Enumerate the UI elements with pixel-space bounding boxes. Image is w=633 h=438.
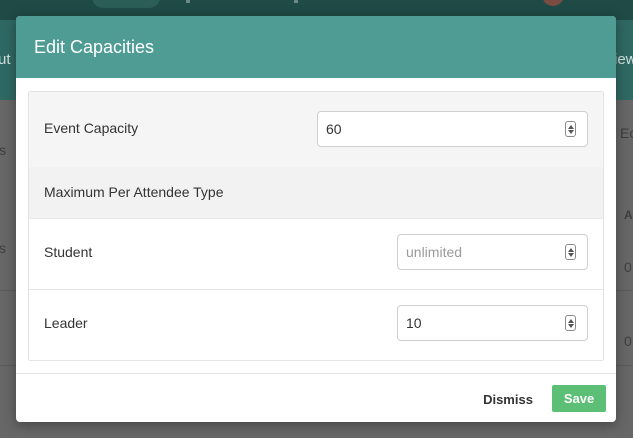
spinner-down-icon[interactable] <box>567 252 574 257</box>
background-text-fragment: s <box>0 240 6 256</box>
spinner-down-icon[interactable] <box>567 323 574 328</box>
modal-footer: Dismiss Save <box>16 373 616 422</box>
max-per-attendee-heading-row: Maximum Per Attendee Type <box>29 167 603 219</box>
modal-title: Edit Capacities <box>34 36 155 57</box>
background-nav-mark <box>294 0 298 3</box>
background-text-fragment: s <box>0 142 6 158</box>
event-capacity-label: Event Capacity <box>44 120 139 136</box>
background-text-fragment: ut <box>0 51 11 68</box>
number-spinner[interactable] <box>565 121 576 137</box>
leader-capacity-row: Leader 10 <box>29 290 603 360</box>
spinner-up-icon[interactable] <box>567 124 574 129</box>
spinner-down-icon[interactable] <box>567 129 574 134</box>
edit-capacities-modal: Edit Capacities Event Capacity 60 Maximu… <box>16 16 616 422</box>
leader-capacity-value[interactable]: 10 <box>398 315 565 331</box>
student-capacity-row: Student unlimited <box>29 219 603 290</box>
capacities-panel: Event Capacity 60 Maximum Per Attendee T… <box>28 91 604 361</box>
event-capacity-input[interactable]: 60 <box>317 111 588 147</box>
background-text-fragment: iew <box>614 51 633 68</box>
background-text-fragment: Ec <box>620 125 633 141</box>
spinner-up-icon[interactable] <box>567 247 574 252</box>
max-per-attendee-heading: Maximum Per Attendee Type <box>44 184 224 200</box>
spinner-up-icon[interactable] <box>567 318 574 323</box>
number-spinner[interactable] <box>565 315 576 331</box>
save-button[interactable]: Save <box>552 385 606 412</box>
leader-label: Leader <box>44 315 88 331</box>
modal-header: Edit Capacities <box>16 16 616 78</box>
event-capacity-value[interactable]: 60 <box>318 121 565 137</box>
background-nav-mark <box>186 0 190 3</box>
student-capacity-input[interactable]: unlimited <box>397 234 588 270</box>
background-text-fragment: 0 <box>624 333 632 349</box>
background-text-fragment: 0 <box>624 259 632 275</box>
background-nav-pill <box>92 0 160 8</box>
event-capacity-row: Event Capacity 60 <box>29 92 603 167</box>
background-text-fragment: A <box>624 208 633 222</box>
leader-capacity-input[interactable]: 10 <box>397 305 588 341</box>
student-capacity-placeholder[interactable]: unlimited <box>398 244 565 260</box>
student-label: Student <box>44 244 93 260</box>
dismiss-button[interactable]: Dismiss <box>478 385 538 413</box>
number-spinner[interactable] <box>565 244 576 260</box>
